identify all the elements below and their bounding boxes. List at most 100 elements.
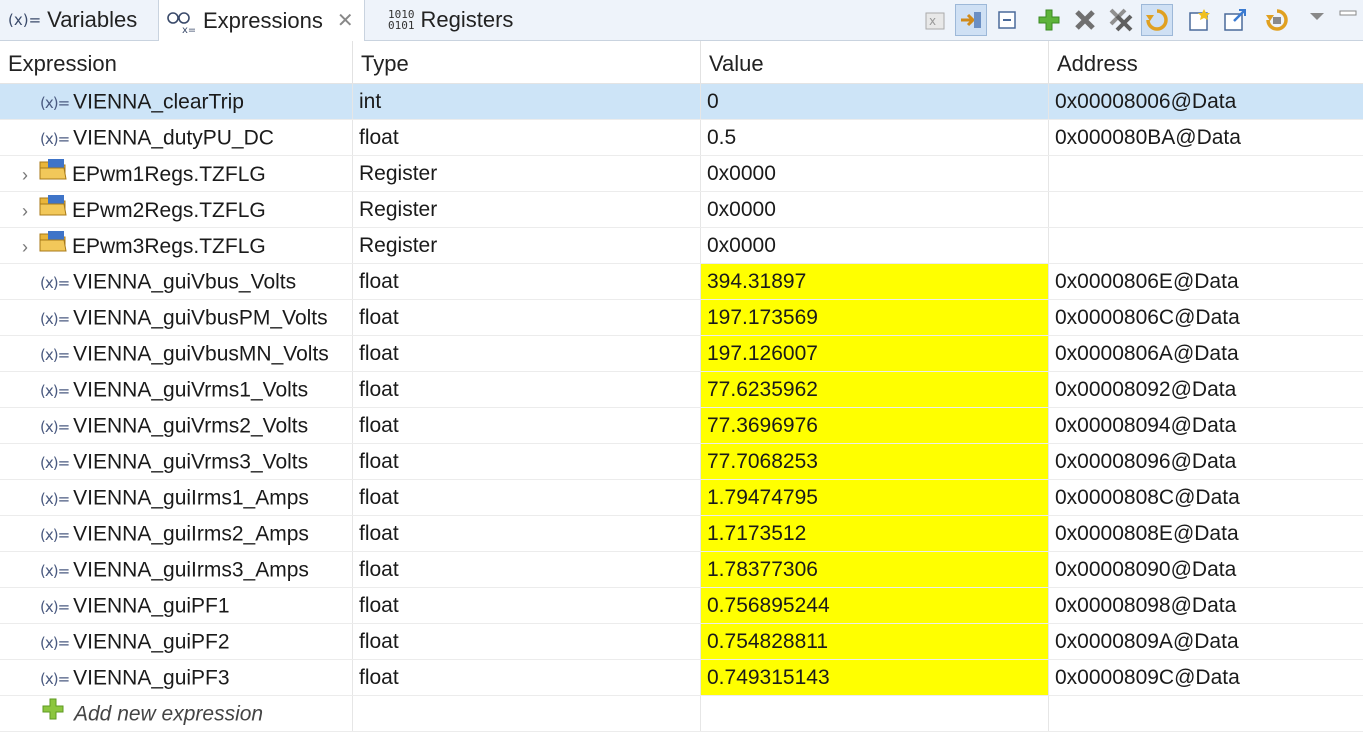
value-cell[interactable]: 0x0000 [701, 228, 1049, 263]
close-tab-icon[interactable]: ✕ [337, 8, 354, 33]
value-cell[interactable]: 0.749315143 [701, 660, 1049, 695]
remove-all-icon[interactable] [1105, 4, 1137, 36]
expression-name: EPwm1Regs.TZFLG [72, 163, 266, 186]
table-row[interactable]: (x)= VIENNA_guiIrms1_Amps float 1.79474795 0… [0, 480, 1363, 516]
table-row[interactable]: (x)= VIENNA_guiVrms2_Volts float 77.3696976… [0, 408, 1363, 444]
add-expression-icon[interactable] [1033, 4, 1065, 36]
table-row[interactable]: (x)= VIENNA_clearTrip int 0 0x00008006@Data [0, 84, 1363, 120]
expression-cell[interactable]: › EPwm2Regs.TZFLG [0, 192, 353, 227]
address-cell: 0x0000806A@Data [1055, 342, 1239, 365]
table-row[interactable]: (x)= VIENNA_guiPF1 float 0.756895244 0x00008… [0, 588, 1363, 624]
expression-cell[interactable]: (x)= VIENNA_guiVrms1_Volts [0, 372, 353, 407]
table-row[interactable]: (x)= VIENNA_guiVbusMN_Volts float 197.12600… [0, 336, 1363, 372]
expression-cell[interactable]: (x)= VIENNA_guiPF3 [0, 660, 353, 695]
svg-text:x: x [929, 14, 936, 28]
expression-cell[interactable]: (x)= VIENNA_guiVbusMN_Volts [0, 336, 353, 371]
table-row[interactable]: (x)= VIENNA_guiVbusPM_Volts float 197.17356… [0, 300, 1363, 336]
tab-variables-label: Variables [47, 7, 138, 32]
expression-cell[interactable]: (x)= VIENNA_guiVbus_Volts [0, 264, 353, 299]
value-cell[interactable]: 77.3696976 [701, 408, 1049, 443]
expression-cell[interactable]: (x)= VIENNA_guiVrms2_Volts [0, 408, 353, 443]
value-cell[interactable]: 197.126007 [701, 336, 1049, 371]
table-row[interactable]: › EPwm2Regs.TZFLG Register 0x0000 [0, 192, 1363, 228]
expression-cell[interactable]: (x)= VIENNA_guiPF1 [0, 588, 353, 623]
address-cell [1049, 696, 1363, 731]
new-group-icon[interactable] [1183, 4, 1215, 36]
address-cell [1049, 156, 1363, 191]
value-cell[interactable]: 77.7068253 [701, 444, 1049, 479]
type-cell: float [353, 660, 701, 695]
value-cell[interactable]: 0.5 [701, 120, 1049, 155]
variable-icon: (x)= [40, 670, 70, 688]
variable-icon: (x)= [40, 598, 70, 616]
address-cell: 0x0000809A@Data [1055, 630, 1239, 653]
continuous-refresh-icon[interactable] [1261, 4, 1293, 36]
expand-chevron-icon[interactable]: › [14, 157, 36, 191]
expression-cell[interactable]: (x)= VIENNA_guiIrms2_Amps [0, 516, 353, 551]
tab-expressions[interactable]: x= Expressions ✕ [158, 0, 365, 41]
value-cell[interactable]: 0 [701, 84, 1049, 119]
expression-cell[interactable]: (x)= VIENNA_clearTrip [0, 84, 353, 119]
add-expression-row[interactable]: Add new expression [0, 696, 1363, 732]
expand-chevron-icon[interactable]: › [14, 229, 36, 263]
value-cell[interactable]: 0.756895244 [701, 588, 1049, 623]
expressions-table: Expression Type Value Address (x)= VIENNA… [0, 41, 1363, 732]
table-row[interactable]: › EPwm3Regs.TZFLG Register 0x0000 [0, 228, 1363, 264]
table-body: (x)= VIENNA_clearTrip int 0 0x00008006@Data(… [0, 84, 1363, 696]
expand-chevron-icon[interactable]: › [14, 193, 36, 227]
refresh-icon[interactable] [1141, 4, 1173, 36]
minimize-icon[interactable] [1333, 4, 1363, 36]
value-cell[interactable]: 0x0000 [701, 156, 1049, 191]
expression-cell[interactable]: › EPwm1Regs.TZFLG [0, 156, 353, 191]
remove-icon[interactable] [1069, 4, 1101, 36]
expression-name: VIENNA_guiIrms3_Amps [73, 558, 309, 582]
column-header-expression[interactable]: Expression [0, 41, 353, 83]
address-cell: 0x0000806C@Data [1055, 306, 1240, 329]
expression-cell[interactable]: (x)= VIENNA_guiVbusPM_Volts [0, 300, 353, 335]
expression-cell[interactable]: › EPwm3Regs.TZFLG [0, 228, 353, 263]
link-with-debug-view-icon[interactable] [955, 4, 987, 36]
value-cell[interactable]: 77.6235962 [701, 372, 1049, 407]
table-row[interactable]: (x)= VIENNA_guiIrms2_Amps float 1.7173512 0x… [0, 516, 1363, 552]
value-cell[interactable]: 1.78377306 [701, 552, 1049, 587]
add-expression-cell[interactable]: Add new expression [0, 696, 353, 731]
table-row[interactable]: (x)= VIENNA_guiVrms1_Volts float 77.6235962… [0, 372, 1363, 408]
table-row[interactable]: (x)= VIENNA_guiVbus_Volts float 394.31897 0x… [0, 264, 1363, 300]
type-cell: Register [353, 156, 701, 191]
tab-registers[interactable]: 1010 0101 Registers [388, 0, 513, 40]
value-cell[interactable]: 1.79474795 [701, 480, 1049, 515]
value-cell[interactable]: 197.173569 [701, 300, 1049, 335]
expression-cell[interactable]: (x)= VIENNA_guiIrms3_Amps [0, 552, 353, 587]
view-menu-icon[interactable] [1305, 4, 1329, 36]
table-row[interactable]: (x)= VIENNA_dutyPU_DC float 0.5 0x000080BA@D… [0, 120, 1363, 156]
table-row[interactable]: (x)= VIENNA_guiPF3 float 0.749315143 0x00008… [0, 660, 1363, 696]
type-cell: float [353, 372, 701, 407]
expression-cell[interactable]: (x)= VIENNA_guiIrms1_Amps [0, 480, 353, 515]
variable-icon: (x)= [40, 310, 70, 328]
expression-cell[interactable]: (x)= VIENNA_guiPF2 [0, 624, 353, 659]
collapse-all-icon[interactable] [991, 4, 1023, 36]
variable-icon: (x)= [40, 382, 70, 400]
tab-variables[interactable]: (x)= Variables [8, 0, 137, 40]
expression-cell[interactable]: (x)= VIENNA_dutyPU_DC [0, 120, 353, 155]
export-icon[interactable] [1219, 4, 1251, 36]
value-cell[interactable]: 0x0000 [701, 192, 1049, 227]
table-row[interactable]: (x)= VIENNA_guiPF2 float 0.754828811 0x00008… [0, 624, 1363, 660]
column-header-value[interactable]: Value [701, 41, 1049, 83]
show-type-names-icon[interactable]: x [919, 4, 951, 36]
table-row[interactable]: (x)= VIENNA_guiIrms3_Amps float 1.78377306 0… [0, 552, 1363, 588]
column-header-type[interactable]: Type [353, 41, 701, 83]
value-cell[interactable]: 394.31897 [701, 264, 1049, 299]
table-row[interactable]: › EPwm1Regs.TZFLG Register 0x0000 [0, 156, 1363, 192]
column-header-address[interactable]: Address [1049, 41, 1363, 83]
expression-cell[interactable]: (x)= VIENNA_guiVrms3_Volts [0, 444, 353, 479]
variable-icon: (x)= [40, 526, 70, 544]
address-cell: 0x00008090@Data [1055, 558, 1237, 581]
type-cell: int [353, 84, 701, 119]
type-cell: Register [353, 228, 701, 263]
expression-name: VIENNA_guiVrms1_Volts [73, 378, 309, 402]
type-cell: float [353, 120, 701, 155]
table-row[interactable]: (x)= VIENNA_guiVrms3_Volts float 77.7068253… [0, 444, 1363, 480]
value-cell[interactable]: 1.7173512 [701, 516, 1049, 551]
value-cell[interactable]: 0.754828811 [701, 624, 1049, 659]
